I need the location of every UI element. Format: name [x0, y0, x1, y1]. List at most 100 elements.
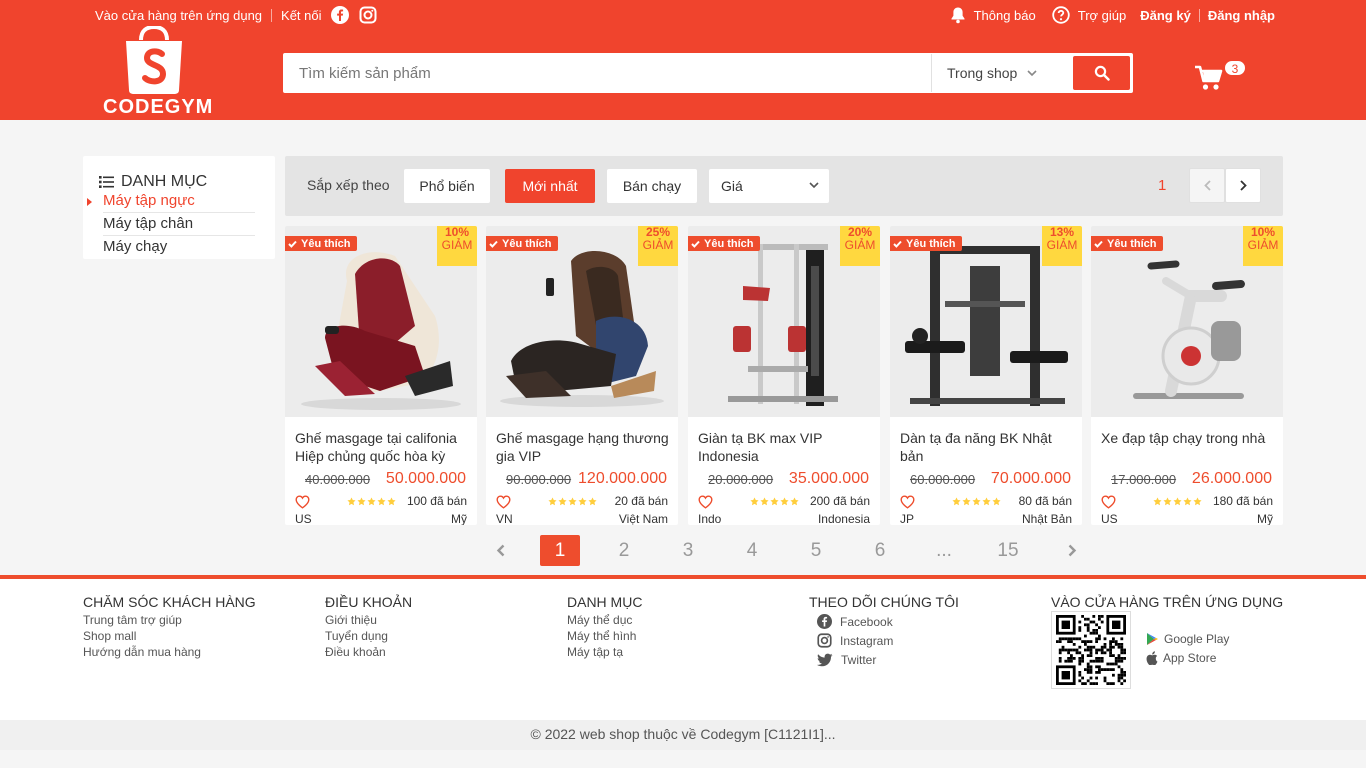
- search-input[interactable]: [283, 54, 931, 92]
- chevron-right-icon: [1068, 544, 1076, 557]
- old-price: 90.000.000: [506, 472, 572, 487]
- pagination-ellipsis: ...: [936, 540, 952, 561]
- old-price: 17.000.000: [1111, 472, 1177, 487]
- product-name[interactable]: Ghế masgage tại califonia Hiệp chủng quố…: [295, 429, 469, 465]
- origin-country: Mỹ: [451, 512, 467, 525]
- footer-twitter-label: Twitter: [841, 652, 877, 667]
- register-link[interactable]: Đăng ký: [1140, 8, 1191, 23]
- prev-page-button[interactable]: [480, 535, 520, 566]
- search-button[interactable]: [1073, 56, 1130, 90]
- rating-stars: [548, 497, 598, 506]
- page-number[interactable]: 5: [796, 535, 836, 566]
- discount-label: GIẢM: [642, 238, 674, 252]
- instagram-icon[interactable]: [358, 5, 378, 25]
- product-card[interactable]: Yêu thích 25% GIẢM Ghế masgage hạng thương …: [486, 226, 678, 525]
- search-scope-select[interactable]: Trong shop: [931, 54, 1071, 92]
- divider: [271, 8, 273, 22]
- product-name[interactable]: Xe đạp tập chạy trong nhà: [1101, 429, 1275, 465]
- sort-popular-button[interactable]: Phổ biến: [404, 169, 490, 203]
- origin-code: Indo: [698, 512, 722, 525]
- price-sort-select[interactable]: Giá: [709, 169, 829, 203]
- sold-count: 20 đã bán: [614, 494, 668, 508]
- footer-heading: DANH MỤC: [567, 594, 643, 610]
- notifications-link[interactable]: Thông báo: [950, 6, 1036, 24]
- page-number[interactable]: 6: [860, 535, 900, 566]
- app-store-link[interactable]: App Store: [1146, 651, 1216, 665]
- sort-label: Sắp xếp theo: [307, 177, 390, 193]
- rating-stars: [952, 497, 1002, 506]
- discount-badge: 25% GIẢM: [638, 226, 678, 266]
- mini-next-button[interactable]: [1225, 168, 1261, 203]
- footer-link[interactable]: Trung tâm trợ giúp: [83, 612, 256, 628]
- new-price: 120.000.000: [578, 470, 667, 487]
- star-icon: [770, 497, 779, 506]
- sort-bestseller-button[interactable]: Bán chạy: [607, 169, 697, 203]
- product-card[interactable]: Yêu thích 13% GIẢM Dàn tạ đa năng BK Nhật b…: [890, 226, 1082, 525]
- star-icon: [357, 497, 366, 506]
- check-icon: [893, 240, 902, 248]
- product-name[interactable]: Dàn tạ đa năng BK Nhật bản: [900, 429, 1074, 465]
- footer-link[interactable]: Hướng dẫn mua hàng: [83, 644, 256, 660]
- footer-twitter-link[interactable]: Twitter: [817, 650, 959, 669]
- discount-label: GIẢM: [1046, 238, 1078, 252]
- google-play-link[interactable]: Google Play: [1146, 632, 1229, 646]
- product-card[interactable]: Yêu thích 10% GIẢM Xe đạp tập chạy trong nh…: [1091, 226, 1283, 525]
- discount-badge: 10% GIẢM: [437, 226, 477, 266]
- logo[interactable]: CODEGYM: [103, 26, 212, 118]
- footer-link[interactable]: Giới thiệu: [325, 612, 412, 628]
- check-icon: [288, 240, 297, 248]
- footer-facebook-link[interactable]: Facebook: [817, 612, 959, 631]
- help-link[interactable]: Trợ giúp: [1052, 6, 1126, 24]
- footer-follow: THEO DÕI CHÚNG TÔI Facebook Instagram Tw…: [809, 594, 959, 669]
- origin-country: Indonesia: [817, 512, 870, 525]
- footer-instagram-label: Instagram: [840, 633, 894, 648]
- product-card[interactable]: Yêu thích 20% GIẢM Giàn tạ BK max VIP Indon…: [688, 226, 880, 525]
- star-icon: [367, 497, 376, 506]
- product-name[interactable]: Ghế masgage hạng thương gia VIP: [496, 429, 670, 465]
- sort-newest-button[interactable]: Mới nhất: [505, 169, 595, 203]
- favorite-label: Yêu thích: [301, 237, 351, 250]
- shopping-bag-logo-icon: [126, 26, 182, 94]
- footer-app: VÀO CỬA HÀNG TRÊN ỨNG DỤNG: [1051, 594, 1283, 612]
- footer: CHĂM SÓC KHÁCH HÀNG Trung tâm trợ giúp S…: [0, 579, 1366, 720]
- login-link[interactable]: Đăng nhập: [1208, 8, 1275, 23]
- mini-prev-button[interactable]: [1189, 168, 1225, 203]
- star-icon: [548, 497, 557, 506]
- star-icon: [588, 497, 597, 506]
- footer-link[interactable]: Tuyển dụng: [325, 628, 412, 644]
- new-price: 70.000.000: [990, 470, 1071, 487]
- page-number[interactable]: 1: [540, 535, 580, 566]
- footer-customer-care: CHĂM SÓC KHÁCH HÀNG Trung tâm trợ giúp S…: [83, 594, 256, 660]
- divider: [1198, 8, 1200, 22]
- page-number[interactable]: 3: [668, 535, 708, 566]
- favorite-badge: Yêu thích: [1091, 236, 1163, 251]
- page-number[interactable]: 15: [988, 535, 1028, 566]
- facebook-icon[interactable]: [330, 5, 350, 25]
- category-item[interactable]: Máy tập ngực: [87, 190, 255, 213]
- star-icon: [790, 497, 799, 506]
- footer-link[interactable]: Máy tập tạ: [567, 644, 642, 660]
- category-item[interactable]: Máy tập chân: [103, 213, 255, 236]
- rating-stars: [1153, 497, 1203, 506]
- discount-label: GIẢM: [1247, 238, 1279, 252]
- next-page-button[interactable]: [1052, 535, 1092, 566]
- product-card[interactable]: Yêu thích 10% GIẢM Ghế masgage tại califoni…: [285, 226, 477, 525]
- footer-instagram-link[interactable]: Instagram: [817, 631, 959, 650]
- star-icon: [1193, 497, 1202, 506]
- discount-label: GIẢM: [441, 238, 473, 252]
- footer-link[interactable]: Máy thể dục: [567, 612, 642, 628]
- origin-country: Việt Nam: [618, 512, 668, 525]
- footer-link[interactable]: Shop mall: [83, 628, 256, 644]
- category-item[interactable]: Máy chạy: [103, 236, 255, 259]
- footer-link[interactable]: Điều khoản: [325, 644, 412, 660]
- store-app-link[interactable]: Vào cửa hàng trên ứng dụng: [95, 8, 262, 23]
- twitter-icon: [817, 653, 833, 666]
- star-icon: [760, 497, 769, 506]
- page-number[interactable]: 2: [604, 535, 644, 566]
- cart-button[interactable]: 3: [1194, 60, 1246, 94]
- footer-link[interactable]: Máy thể hình: [567, 628, 642, 644]
- product-name[interactable]: Giàn tạ BK max VIP Indonesia: [698, 429, 872, 465]
- page-number[interactable]: 4: [732, 535, 772, 566]
- old-price: 20.000.000: [708, 472, 774, 487]
- bell-icon: [951, 7, 965, 24]
